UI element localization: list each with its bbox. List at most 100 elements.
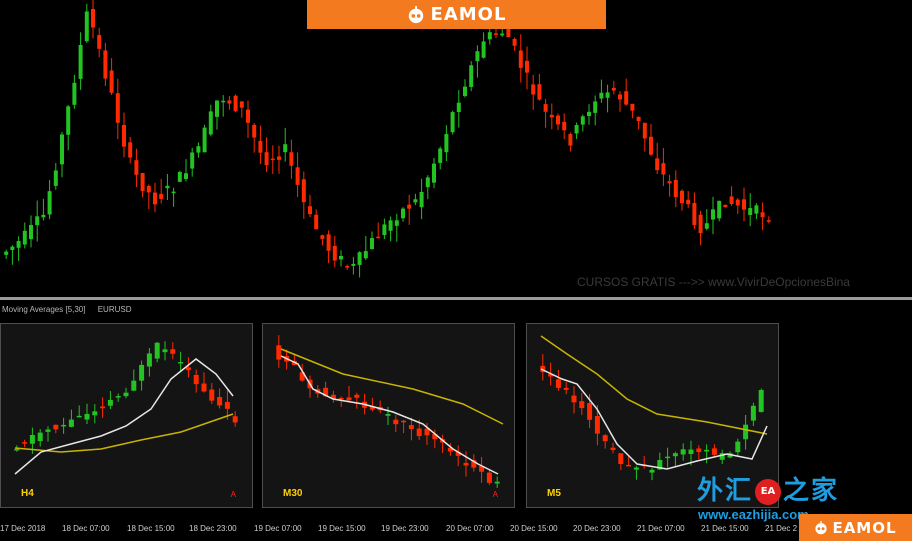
candle	[587, 111, 591, 117]
main-price-chart[interactable]	[0, 0, 912, 296]
candle	[500, 33, 505, 36]
time-axis-label: 18 Dec 07:00	[62, 524, 110, 533]
time-axis-label: 19 Dec 15:00	[318, 524, 366, 533]
candle	[571, 395, 577, 403]
timeframe-label: H4	[21, 488, 34, 499]
candle	[170, 349, 176, 354]
candle	[29, 224, 33, 240]
candle	[171, 191, 176, 194]
candle	[665, 456, 671, 459]
candle	[587, 402, 593, 420]
candle	[444, 134, 449, 153]
candle	[289, 152, 294, 166]
brand-banner-bottom: EAMOL	[799, 514, 912, 541]
candle	[525, 60, 529, 73]
candle	[190, 152, 195, 169]
timeframe-label: M30	[283, 488, 303, 499]
candle	[642, 122, 647, 139]
candle	[630, 103, 635, 111]
candle	[185, 367, 191, 371]
time-axis-label: 21 Dec 07:00	[637, 524, 685, 533]
brand-banner-top: EAMOL	[307, 0, 606, 29]
candle	[357, 252, 362, 265]
candle	[711, 209, 715, 220]
candle	[338, 397, 344, 400]
slow-moving-average-line	[540, 335, 768, 435]
candle	[276, 345, 282, 360]
candle	[704, 449, 710, 452]
candle	[16, 241, 21, 248]
fast-moving-average-line	[540, 368, 768, 470]
candle	[326, 234, 331, 251]
candle	[128, 142, 133, 158]
indicator-name: Moving Averages [5,30]	[2, 305, 86, 314]
candle	[574, 125, 579, 134]
site-url: www.eazhijia.com	[698, 507, 809, 522]
candle	[649, 136, 653, 155]
candle	[556, 115, 560, 125]
timeframe-panel-m30[interactable]: M30 A	[262, 323, 515, 508]
candle	[494, 481, 500, 484]
candle	[78, 44, 83, 79]
candle	[146, 185, 151, 193]
candle	[162, 349, 168, 353]
fast-moving-average-line	[14, 358, 234, 475]
candle	[450, 112, 455, 133]
candle	[351, 263, 356, 266]
candle	[91, 8, 95, 28]
candle	[494, 33, 498, 35]
candle	[53, 170, 58, 186]
candle	[103, 50, 108, 79]
time-axis: 17 Dec 2018 18 Dec 07:00 18 Dec 15:00 18…	[0, 520, 912, 541]
candle	[45, 429, 51, 432]
candle	[469, 65, 474, 87]
candle	[698, 214, 703, 234]
candle	[258, 140, 263, 153]
time-axis-label: 20 Dec 07:00	[446, 524, 494, 533]
candle	[537, 84, 542, 100]
candle	[382, 224, 387, 236]
candle	[605, 92, 610, 98]
candle	[47, 191, 52, 215]
candle	[320, 235, 325, 239]
candle	[463, 86, 467, 97]
candle	[153, 192, 157, 205]
candle	[661, 163, 666, 175]
candle	[717, 200, 722, 219]
candle	[748, 208, 753, 215]
time-axis-label: 19 Dec 07:00	[254, 524, 302, 533]
candle	[295, 167, 300, 185]
candle	[481, 41, 486, 58]
candle	[115, 93, 120, 123]
panel-chart-m30	[276, 335, 504, 488]
candle	[487, 32, 492, 40]
candle	[208, 111, 213, 135]
candle	[363, 251, 368, 259]
panel-marker: A	[230, 490, 236, 499]
candle	[512, 38, 517, 46]
candle	[438, 148, 443, 163]
candle	[735, 441, 741, 453]
candle	[456, 102, 461, 112]
candle	[202, 127, 207, 153]
pane-separator[interactable]	[0, 297, 912, 300]
candle	[593, 101, 598, 113]
time-axis-label: 21 Dec 15:00	[701, 524, 749, 533]
candle	[672, 453, 678, 457]
candle	[408, 425, 414, 430]
candle	[531, 84, 536, 95]
candle	[599, 92, 604, 99]
candle	[264, 152, 269, 166]
candle	[134, 160, 139, 175]
candle	[667, 181, 672, 184]
candle	[388, 220, 393, 231]
panel-marker: A	[492, 490, 498, 499]
candle	[60, 134, 64, 165]
candle	[624, 91, 629, 105]
timeframe-panel-h4[interactable]: H4 A	[0, 323, 253, 508]
candle	[14, 448, 20, 451]
time-axis-label: 18 Dec 23:00	[189, 524, 237, 533]
candle	[618, 453, 624, 464]
robot-logo-icon	[408, 5, 423, 23]
candle	[579, 401, 585, 409]
